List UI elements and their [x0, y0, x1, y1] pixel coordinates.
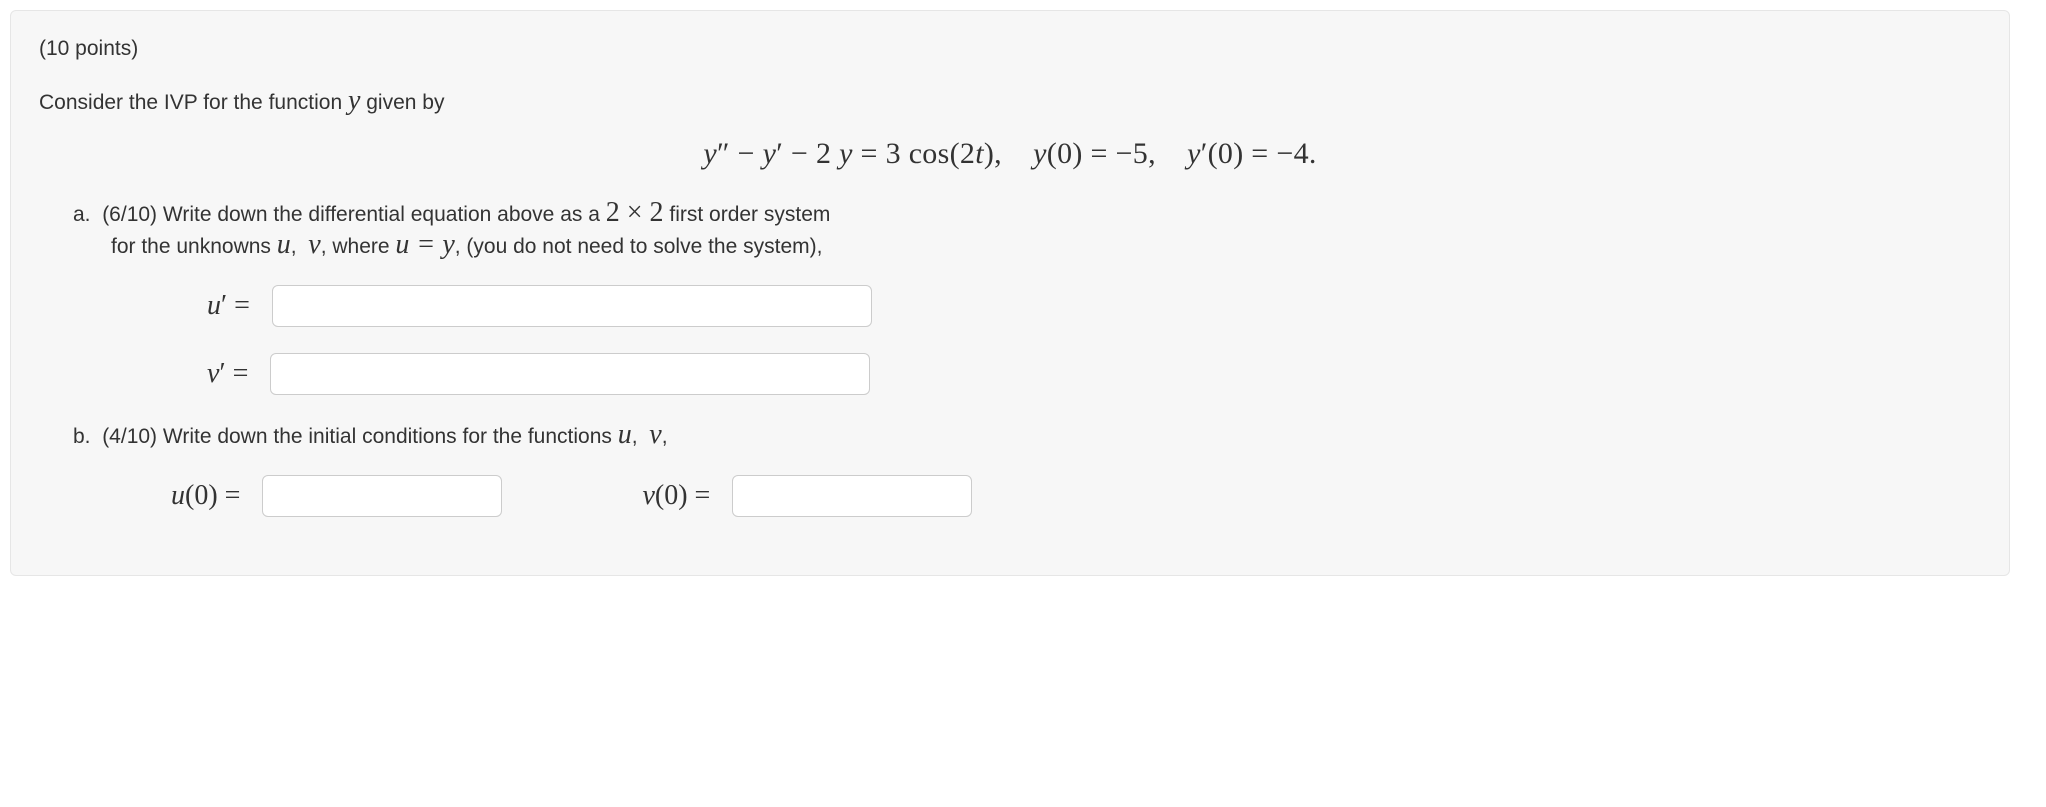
part-b-text1: (4/10) Write down the initial conditions… — [102, 425, 618, 448]
part-a-u: u — [277, 229, 291, 260]
part-a-text4: , where — [321, 235, 396, 258]
part-a-eq: u = y — [395, 229, 454, 260]
intro-line: Consider the IVP for the function y give… — [39, 85, 1981, 117]
part-a-v: v — [308, 229, 320, 260]
row-initial-conditions: u(0) = v(0) = — [171, 475, 1981, 517]
part-b-text2: , — [662, 425, 668, 448]
input-u0[interactable] — [262, 475, 502, 517]
part-a-text3: for the unknowns — [111, 235, 277, 258]
part-a-dim: 2 × 2 — [606, 197, 664, 228]
part-b-u: u — [618, 419, 632, 450]
part-a: a. (6/10) Write down the differential eq… — [73, 197, 1981, 395]
input-u-prime[interactable] — [272, 285, 872, 327]
part-b-label: b. — [73, 425, 91, 448]
part-a-comma1: , — [291, 235, 303, 258]
part-a-text5: , (you do not need to solve the system), — [455, 235, 823, 258]
row-u-prime: u′ = — [207, 285, 1981, 327]
question-panel: (10 points) Consider the IVP for the fun… — [10, 10, 2010, 576]
intro-pre: Consider the IVP for the function — [39, 91, 348, 114]
part-a-label: a. — [73, 203, 91, 226]
part-b-v: v — [649, 419, 661, 450]
row-v-prime: v′ = — [207, 353, 1981, 395]
input-v0[interactable] — [732, 475, 972, 517]
points: (10 points) — [39, 37, 1981, 61]
part-b-comma1: , — [632, 425, 644, 448]
ivp-equation: y″ − y′ − 2 y = 3 cos(2t), y(0) = −5, y′… — [39, 137, 1981, 171]
part-a-text1: (6/10) Write down the differential equat… — [102, 203, 606, 226]
part-a-text2: first order system — [664, 203, 831, 226]
part-b: b. (4/10) Write down the initial conditi… — [73, 419, 1981, 517]
intro-post: given by — [360, 91, 444, 114]
intro-var-y: y — [348, 85, 360, 116]
input-v-prime[interactable] — [270, 353, 870, 395]
